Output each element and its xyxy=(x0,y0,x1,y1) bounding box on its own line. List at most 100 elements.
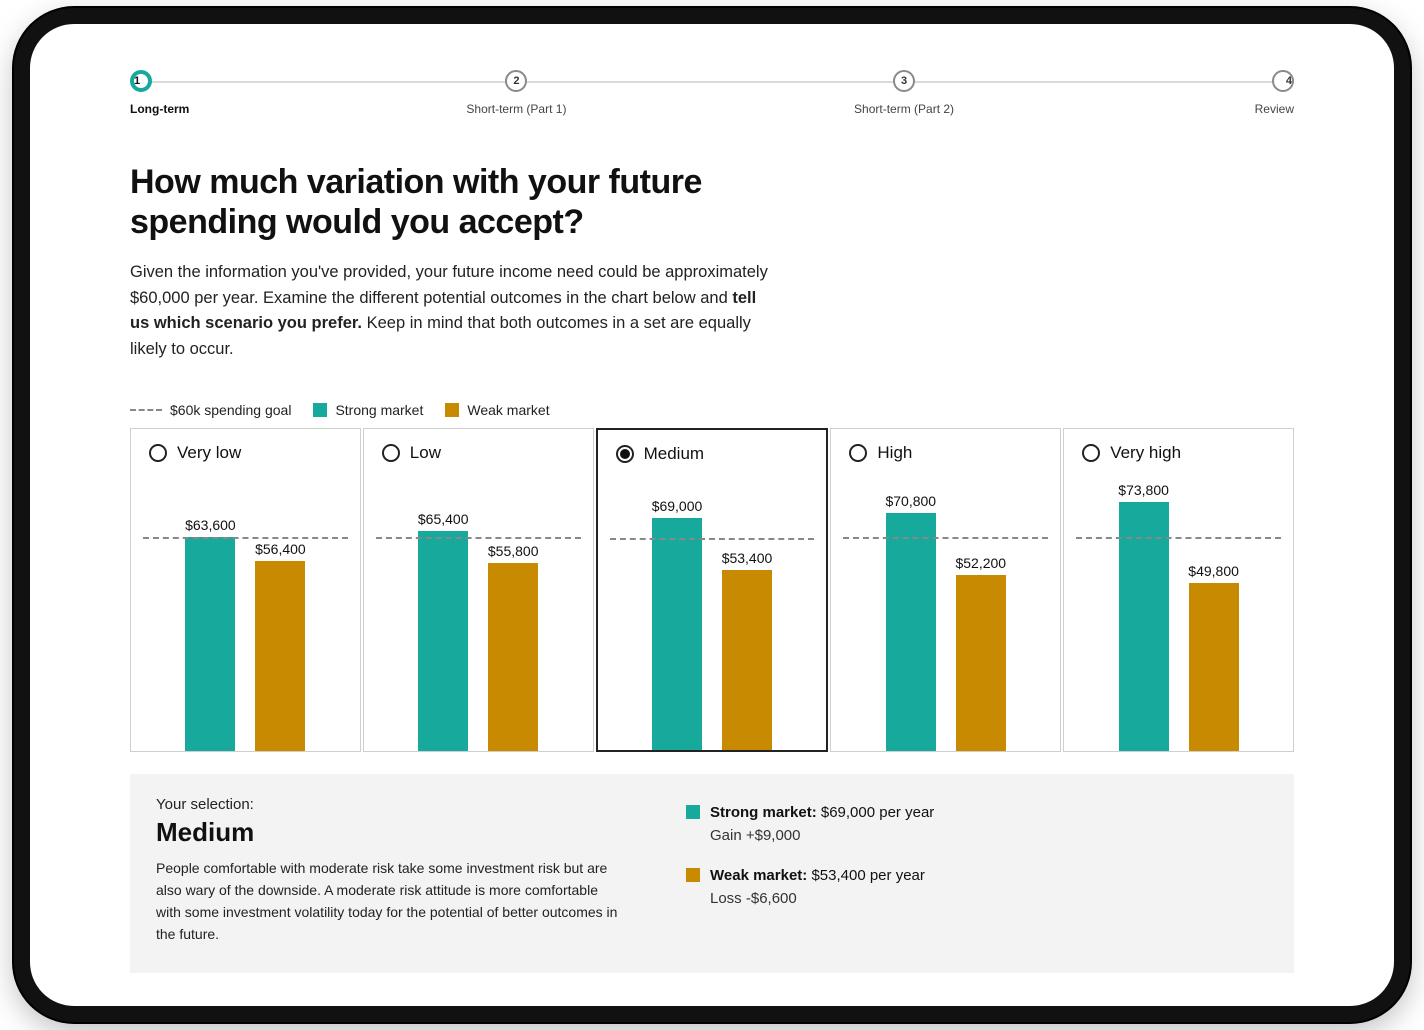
selection-panel: Your selection: Medium People comfortabl… xyxy=(130,774,1294,973)
strong-value: $69,000 xyxy=(652,498,703,514)
option-label: Medium xyxy=(644,444,704,464)
weak-bar-wrap: $52,200 xyxy=(956,555,1006,751)
step-4-label: Review xyxy=(1255,102,1294,116)
bar-pair: $69,000 $53,400 xyxy=(610,470,815,750)
strong-value: $70,800 xyxy=(885,493,936,509)
weak-bar xyxy=(255,561,305,751)
selection-strong-value: $69,000 per year xyxy=(821,804,934,821)
step-3-label: Short-term (Part 2) xyxy=(854,102,954,116)
radio-icon[interactable] xyxy=(849,444,867,462)
selection-name: Medium xyxy=(156,817,626,848)
option-radio-row[interactable]: Medium xyxy=(610,444,815,464)
selection-caption: Your selection: xyxy=(156,796,626,813)
radio-icon[interactable] xyxy=(1082,444,1100,462)
dash-icon xyxy=(130,409,162,411)
radio-icon[interactable] xyxy=(382,444,400,462)
strong-value: $65,400 xyxy=(418,511,469,527)
bar-pair: $63,600 $56,400 xyxy=(143,469,348,751)
square-icon-gold xyxy=(686,868,700,882)
step-1-dot: 1 xyxy=(130,70,152,92)
strong-bar-wrap: $69,000 xyxy=(652,498,702,751)
step-3[interactable]: 3 Short-term (Part 2) xyxy=(854,70,954,116)
weak-bar xyxy=(488,563,538,751)
strong-value: $73,800 xyxy=(1118,482,1169,498)
legend-weak: Weak market xyxy=(445,402,549,418)
selection-left: Your selection: Medium People comfortabl… xyxy=(156,796,626,945)
step-4[interactable]: 4 Review xyxy=(1255,70,1294,116)
intro-a: Given the information you've provided, y… xyxy=(130,263,768,307)
weak-bar xyxy=(956,575,1006,751)
strong-bar xyxy=(185,537,235,752)
weak-bar-wrap: $55,800 xyxy=(488,543,538,751)
weak-value: $53,400 xyxy=(722,550,773,566)
screen: 1 Long-term 2 Short-term (Part 1) 3 Shor… xyxy=(30,24,1394,973)
option-card-very-low[interactable]: Very low $63,600 $56,400 xyxy=(130,428,361,752)
option-radio-row[interactable]: Low xyxy=(376,443,581,463)
option-card-high[interactable]: High $70,800 $52,200 xyxy=(830,428,1061,752)
selection-weak: Weak market: $53,400 per year Loss -$6,6… xyxy=(686,865,1268,910)
weak-value: $49,800 xyxy=(1188,563,1239,579)
option-label: High xyxy=(877,443,912,463)
weak-value: $55,800 xyxy=(488,543,539,559)
option-label: Very low xyxy=(177,443,241,463)
weak-bar-wrap: $49,800 xyxy=(1189,563,1239,751)
selection-right: Strong market: $69,000 per year Gain +$9… xyxy=(686,796,1268,945)
selection-weak-loss: Loss -$6,600 xyxy=(710,888,925,911)
selection-strong-gain: Gain +$9,000 xyxy=(710,825,934,848)
tablet-frame: 1 Long-term 2 Short-term (Part 1) 3 Shor… xyxy=(14,8,1410,1022)
selection-description: People comfortable with moderate risk ta… xyxy=(156,858,626,945)
goal-line xyxy=(843,537,1048,539)
page-title: How much variation with your future spen… xyxy=(130,162,810,242)
option-radio-row[interactable]: Very low xyxy=(143,443,348,463)
square-icon-teal xyxy=(313,403,327,417)
strong-bar-wrap: $73,800 xyxy=(1119,482,1169,751)
strong-bar-wrap: $70,800 xyxy=(886,493,936,752)
bar-pair: $73,800 $49,800 xyxy=(1076,469,1281,751)
selection-strong: Strong market: $69,000 per year Gain +$9… xyxy=(686,802,1268,847)
bar-pair: $65,400 $55,800 xyxy=(376,469,581,751)
selection-strong-label: Strong market: xyxy=(710,804,817,821)
strong-bar xyxy=(652,518,702,751)
option-label: Low xyxy=(410,443,441,463)
weak-value: $56,400 xyxy=(255,541,306,557)
weak-value: $52,200 xyxy=(955,555,1006,571)
square-icon-gold xyxy=(445,403,459,417)
goal-line xyxy=(610,538,815,540)
option-card-medium[interactable]: Medium $69,000 $53,400 xyxy=(596,428,829,752)
strong-bar-wrap: $65,400 xyxy=(418,511,468,752)
option-cards: Very low $63,600 $56,400 Low $65,400 $55,800 M… xyxy=(130,428,1294,752)
weak-bar xyxy=(1189,583,1239,751)
strong-bar xyxy=(1119,502,1169,751)
option-radio-row[interactable]: High xyxy=(843,443,1048,463)
strong-bar xyxy=(886,513,936,752)
option-card-very-high[interactable]: Very high $73,800 $49,800 xyxy=(1063,428,1294,752)
legend-strong-label: Strong market xyxy=(335,402,423,418)
selection-weak-label: Weak market: xyxy=(710,867,807,884)
option-card-low[interactable]: Low $65,400 $55,800 xyxy=(363,428,594,752)
weak-bar-wrap: $56,400 xyxy=(255,541,305,751)
goal-line xyxy=(143,537,348,539)
stepper: 1 Long-term 2 Short-term (Part 1) 3 Shor… xyxy=(130,70,1294,130)
selection-weak-value: $53,400 per year xyxy=(811,867,924,884)
option-radio-row[interactable]: Very high xyxy=(1076,443,1281,463)
step-4-dot: 4 xyxy=(1272,70,1294,92)
radio-icon[interactable] xyxy=(616,445,634,463)
goal-line xyxy=(376,537,581,539)
weak-bar xyxy=(722,570,772,750)
weak-bar-wrap: $53,400 xyxy=(722,550,772,750)
step-2[interactable]: 2 Short-term (Part 1) xyxy=(466,70,566,116)
step-1-label: Long-term xyxy=(130,102,189,116)
step-1[interactable]: 1 Long-term xyxy=(130,70,189,116)
radio-icon[interactable] xyxy=(149,444,167,462)
square-icon-teal xyxy=(686,805,700,819)
option-label: Very high xyxy=(1110,443,1181,463)
strong-bar xyxy=(418,531,468,752)
step-2-label: Short-term (Part 1) xyxy=(466,102,566,116)
step-3-dot: 3 xyxy=(893,70,915,92)
legend-strong: Strong market xyxy=(313,402,423,418)
legend-weak-label: Weak market xyxy=(467,402,549,418)
legend-goal-label: $60k spending goal xyxy=(170,402,291,418)
strong-bar-wrap: $63,600 xyxy=(185,517,235,752)
intro-text: Given the information you've provided, y… xyxy=(130,260,770,362)
step-2-dot: 2 xyxy=(505,70,527,92)
